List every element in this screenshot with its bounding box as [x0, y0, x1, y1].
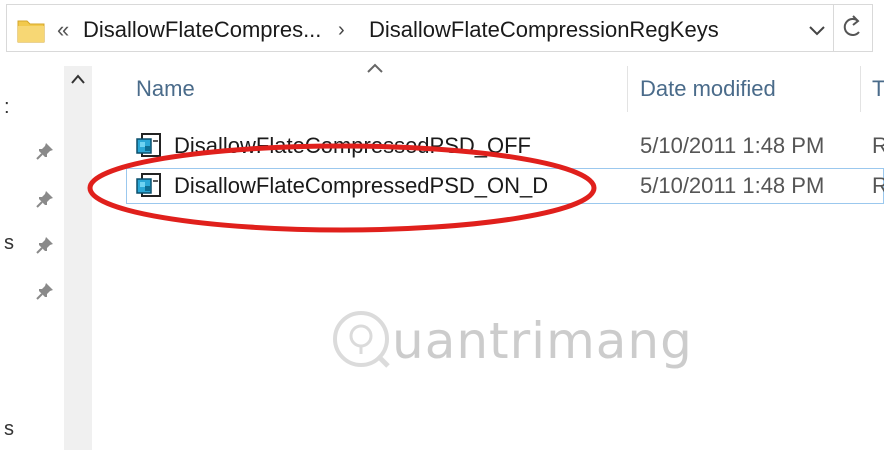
watermark-logo-icon [333, 311, 390, 368]
refresh-icon [843, 15, 860, 37]
file-type: R [872, 133, 884, 158]
column-divider[interactable] [860, 66, 861, 112]
file-row[interactable]: DisallowFlateCompressedPSD_OFF 5/10/2011… [126, 128, 884, 164]
address-bar: « DisallowFlateCompres... › DisallowFlat… [0, 0, 884, 56]
refresh-button[interactable] [834, 4, 873, 52]
breadcrumb-separator[interactable]: › [338, 17, 345, 43]
watermark-text: uantrimang [392, 312, 693, 370]
file-date-modified: 5/10/2011 1:48 PM [640, 133, 825, 158]
overflow-chevron[interactable]: « [57, 17, 69, 43]
column-divider[interactable] [627, 66, 628, 112]
scroll-up-button[interactable] [64, 66, 92, 94]
nav-item-fragment[interactable]: s [4, 232, 14, 254]
column-header-type[interactable]: T [872, 76, 884, 102]
address-box[interactable]: « DisallowFlateCompres... › DisallowFlat… [6, 4, 834, 52]
registry-file-icon [136, 133, 161, 157]
navigation-pane: : s s [0, 56, 64, 450]
chevron-down-icon[interactable] [805, 18, 829, 42]
file-date-modified: 5/10/2011 1:48 PM [640, 173, 825, 198]
pin-icon[interactable] [36, 236, 54, 254]
file-name: DisallowFlateCompressedPSD_OFF [174, 133, 531, 158]
file-type: R [872, 173, 884, 198]
registry-file-icon [136, 173, 161, 197]
pin-icon[interactable] [36, 142, 54, 160]
sort-ascending-icon [367, 63, 383, 73]
nav-item-fragment[interactable]: s [4, 418, 14, 440]
column-header-name[interactable]: Name [136, 76, 195, 102]
vertical-scrollbar[interactable] [64, 66, 92, 450]
file-name: DisallowFlateCompressedPSD_ON_D [174, 173, 549, 198]
folder-icon [17, 20, 45, 43]
explorer-window: « DisallowFlateCompres... › DisallowFlat… [0, 0, 884, 450]
file-row-selected[interactable]: DisallowFlateCompressedPSD_ON_D 5/10/201… [126, 168, 884, 204]
nav-item-fragment[interactable]: : [4, 96, 10, 118]
breadcrumb-current[interactable]: DisallowFlateCompressionRegKeys [369, 17, 719, 43]
pin-icon[interactable] [36, 282, 54, 300]
breadcrumb-parent[interactable]: DisallowFlateCompres... [83, 17, 321, 43]
pin-icon[interactable] [36, 190, 54, 208]
column-header-date-modified[interactable]: Date modified [640, 76, 776, 102]
